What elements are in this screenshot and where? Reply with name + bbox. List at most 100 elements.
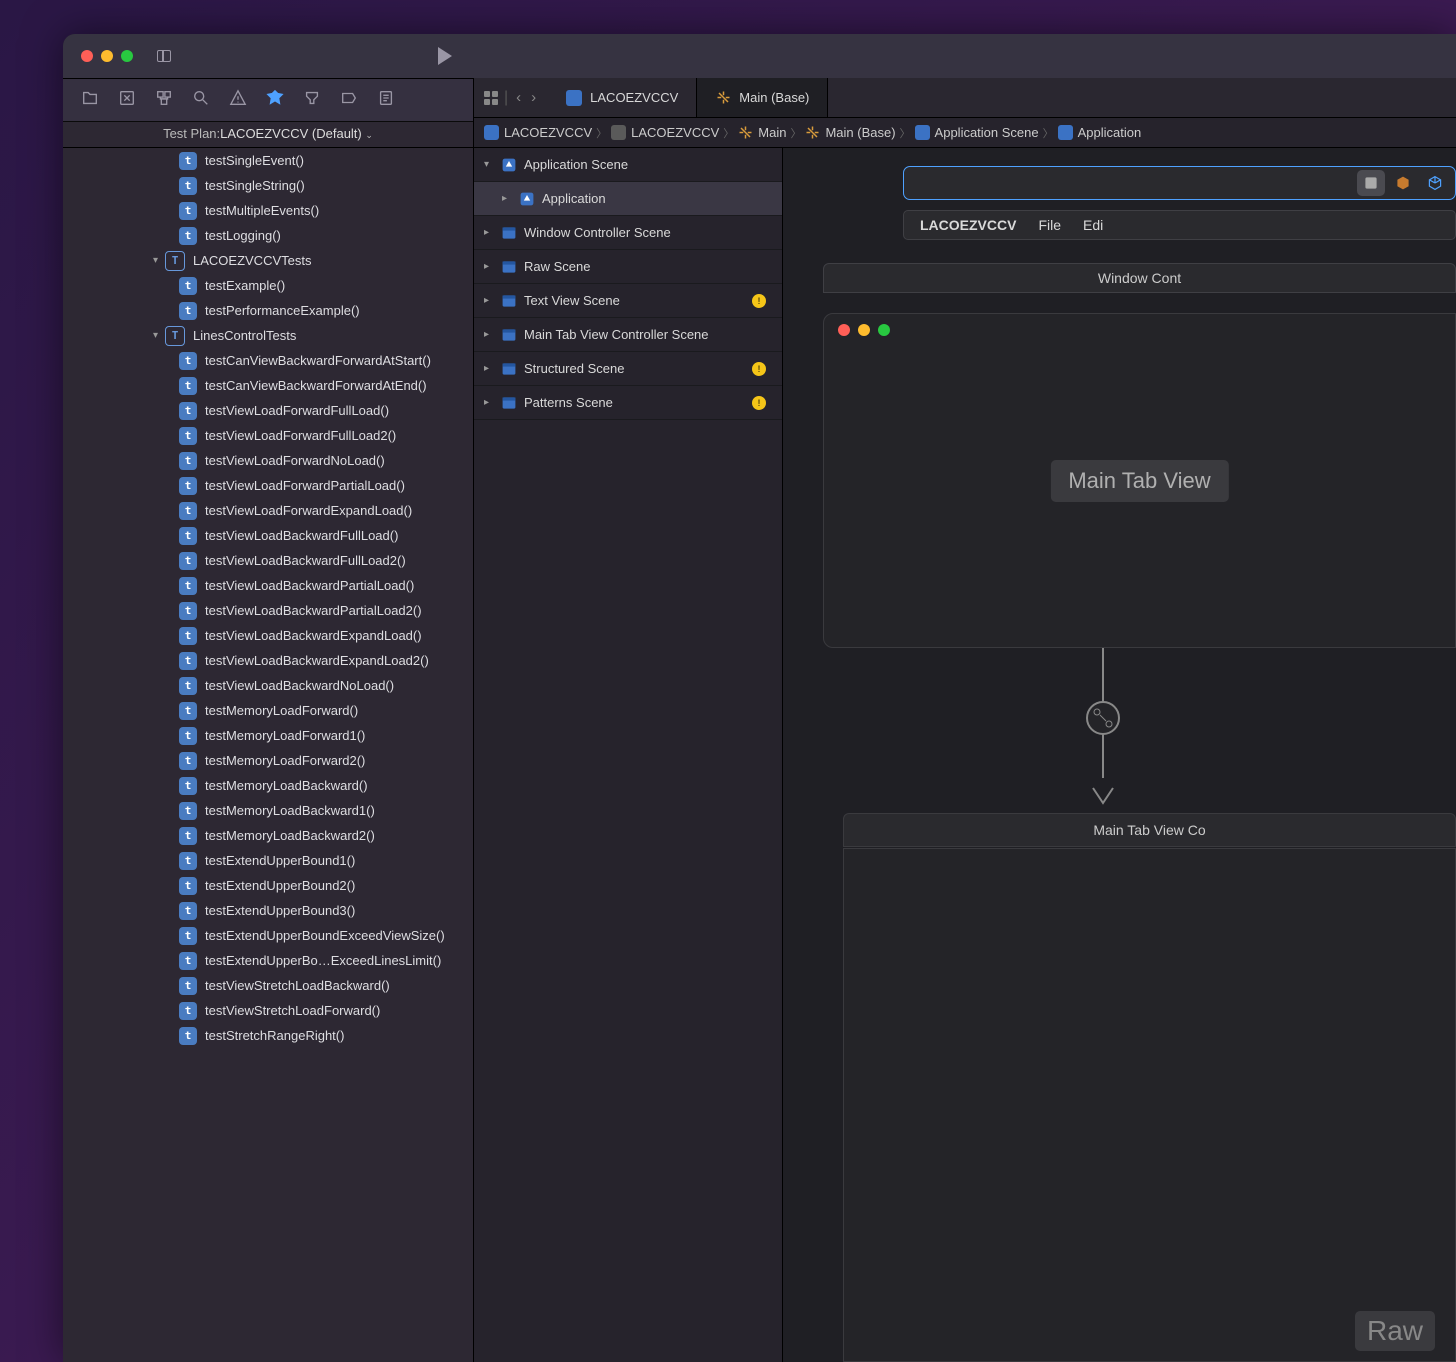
- test-item[interactable]: ttestViewLoadBackwardFullLoad2(): [63, 548, 473, 573]
- symbol-nav-icon[interactable]: [155, 90, 173, 106]
- test-item[interactable]: ttestSingleEvent(): [63, 148, 473, 173]
- jumpbar-item[interactable]: LACOEZVCCV: [611, 125, 719, 140]
- test-badge-icon: t: [179, 1002, 197, 1020]
- test-item[interactable]: ttestExample(): [63, 273, 473, 298]
- test-item[interactable]: ttestViewLoadBackwardPartialLoad(): [63, 573, 473, 598]
- seg-app-icon[interactable]: [1357, 170, 1385, 196]
- minimize-button[interactable]: [101, 50, 113, 62]
- close-button[interactable]: [81, 50, 93, 62]
- test-item[interactable]: ttestViewLoadBackwardFullLoad(): [63, 523, 473, 548]
- test-item[interactable]: ttestMemoryLoadForward(): [63, 698, 473, 723]
- test-item[interactable]: ttestMultipleEvents(): [63, 198, 473, 223]
- test-item[interactable]: ttestViewLoadBackwardExpandLoad2(): [63, 648, 473, 673]
- test-item[interactable]: ttestStretchRangeRight(): [63, 1023, 473, 1048]
- test-item[interactable]: ttestMemoryLoadBackward2(): [63, 823, 473, 848]
- test-item[interactable]: ttestViewLoadForwardNoLoad(): [63, 448, 473, 473]
- test-item[interactable]: ttestViewLoadBackwardNoLoad(): [63, 673, 473, 698]
- debug-nav-icon[interactable]: [303, 90, 321, 106]
- outline-item[interactable]: ▸Main Tab View Controller Scene: [474, 318, 782, 352]
- jumpbar-item[interactable]: Main: [738, 125, 786, 140]
- test-item[interactable]: ttestSingleString(): [63, 173, 473, 198]
- disclosure-icon: ▸: [484, 363, 494, 374]
- test-item[interactable]: ttestCanViewBackwardForwardAtStart(): [63, 348, 473, 373]
- test-badge-icon: t: [179, 177, 197, 195]
- breakpoint-nav-icon[interactable]: [340, 90, 358, 106]
- outline-item[interactable]: ▸Application: [474, 182, 782, 216]
- test-item[interactable]: ttestViewLoadForwardPartialLoad(): [63, 473, 473, 498]
- test-item[interactable]: ttestViewLoadBackwardPartialLoad2(): [63, 598, 473, 623]
- test-plan-selector[interactable]: Test Plan:LACOEZVCCV (Default) ⌄: [63, 122, 473, 148]
- mock-window[interactable]: Main Tab View: [823, 313, 1456, 648]
- test-item[interactable]: ttestExtendUpperBound2(): [63, 873, 473, 898]
- zoom-button[interactable]: [121, 50, 133, 62]
- test-item[interactable]: ttestViewLoadBackwardExpandLoad(): [63, 623, 473, 648]
- test-item[interactable]: ttestLogging(): [63, 223, 473, 248]
- jumpbar-item[interactable]: LACOEZVCCV: [484, 125, 592, 140]
- seg-cube-icon[interactable]: [1421, 170, 1449, 196]
- test-item[interactable]: ttestExtendUpperBoundExceedViewSize(): [63, 923, 473, 948]
- tab-main-storyboard[interactable]: Main (Base): [697, 78, 828, 117]
- test-item[interactable]: ttestExtendUpperBo…ExceedLinesLimit(): [63, 948, 473, 973]
- test-item[interactable]: ttestMemoryLoadForward2(): [63, 748, 473, 773]
- test-item[interactable]: ttestViewLoadForwardFullLoad(): [63, 398, 473, 423]
- toggle-sidebar-icon[interactable]: [157, 50, 171, 62]
- jump-bar[interactable]: LACOEZVCCV〉LACOEZVCCV〉Main〉Main (Base)〉A…: [474, 118, 1456, 148]
- test-item[interactable]: ttestViewLoadForwardExpandLoad(): [63, 498, 473, 523]
- test-item[interactable]: ttestMemoryLoadBackward1(): [63, 798, 473, 823]
- test-item[interactable]: ttestExtendUpperBound1(): [63, 848, 473, 873]
- outline-item[interactable]: ▸Structured Scene!: [474, 352, 782, 386]
- outline-item[interactable]: ▾Application Scene: [474, 148, 782, 182]
- outline-item[interactable]: ▸Patterns Scene!: [474, 386, 782, 420]
- test-item[interactable]: ttestExtendUpperBound3(): [63, 898, 473, 923]
- test-badge-icon: t: [179, 627, 197, 645]
- jumpbar-item[interactable]: Main (Base): [805, 125, 895, 140]
- disclosure-icon: ▸: [502, 193, 512, 204]
- menubar-preview[interactable]: LACOEZVCCV File Edi: [903, 210, 1456, 240]
- test-navigator-tree[interactable]: ttestSingleEvent()ttestSingleString()tte…: [63, 148, 473, 1362]
- ib-canvas[interactable]: LACOEZVCCV File Edi Window Cont Main Tab…: [783, 148, 1456, 1362]
- test-item[interactable]: ttestViewStretchLoadForward(): [63, 998, 473, 1023]
- test-item[interactable]: ttestViewLoadForwardFullLoad2(): [63, 423, 473, 448]
- jumpbar-item[interactable]: Application: [1058, 125, 1142, 140]
- report-nav-icon[interactable]: [377, 90, 395, 106]
- test-item[interactable]: ttestMemoryLoadBackward(): [63, 773, 473, 798]
- issue-nav-icon[interactable]: [229, 90, 247, 106]
- chevron-right-icon: 〉: [723, 125, 734, 141]
- test-group[interactable]: ▾TLACOEZVCCVTests: [63, 248, 473, 273]
- test-badge-icon: t: [179, 702, 197, 720]
- source-control-nav-icon[interactable]: [118, 90, 136, 106]
- outline-item[interactable]: ▸Text View Scene!: [474, 284, 782, 318]
- window-controller-label: Window Cont: [823, 263, 1456, 293]
- test-group[interactable]: ▾TLinesControlTests: [63, 323, 473, 348]
- jumpbar-item[interactable]: Application Scene: [915, 125, 1039, 140]
- jumpbar-icon: [611, 125, 626, 140]
- nav-forward-icon[interactable]: ›: [529, 89, 538, 106]
- test-nav-icon[interactable]: [266, 90, 284, 106]
- run-button[interactable]: [438, 47, 452, 65]
- seg-3d-icon[interactable]: [1389, 170, 1417, 196]
- test-badge-icon: t: [179, 552, 197, 570]
- test-item[interactable]: ttestCanViewBackwardForwardAtEnd(): [63, 373, 473, 398]
- outline-item[interactable]: ▸Raw Scene: [474, 250, 782, 284]
- jumpbar-icon: [915, 125, 930, 140]
- project-nav-icon[interactable]: [81, 90, 99, 106]
- test-badge-icon: t: [179, 677, 197, 695]
- outline-item[interactable]: ▸Window Controller Scene: [474, 216, 782, 250]
- test-badge-icon: t: [179, 502, 197, 520]
- disclosure-icon: ▾: [484, 159, 494, 170]
- tab-view-controller-box[interactable]: Raw: [843, 848, 1456, 1362]
- test-item[interactable]: ttestViewStretchLoadBackward(): [63, 973, 473, 998]
- nav-back-icon[interactable]: ‹: [514, 89, 523, 106]
- document-outline[interactable]: ▾Application Scene▸Application▸Window Co…: [474, 148, 783, 1362]
- tab-view-controller-label: Main Tab View Co: [843, 813, 1456, 847]
- tab-project[interactable]: LACOEZVCCV: [548, 78, 697, 117]
- test-badge-icon: t: [179, 952, 197, 970]
- test-badge-icon: t: [179, 877, 197, 895]
- canvas-view-segmented[interactable]: [903, 166, 1456, 200]
- test-item[interactable]: ttestMemoryLoadForward1(): [63, 723, 473, 748]
- find-nav-icon[interactable]: [192, 90, 210, 106]
- test-badge-icon: t: [179, 777, 197, 795]
- jumpbar-icon: [805, 125, 820, 140]
- test-item[interactable]: ttestPerformanceExample(): [63, 298, 473, 323]
- related-items-icon[interactable]: [484, 91, 498, 105]
